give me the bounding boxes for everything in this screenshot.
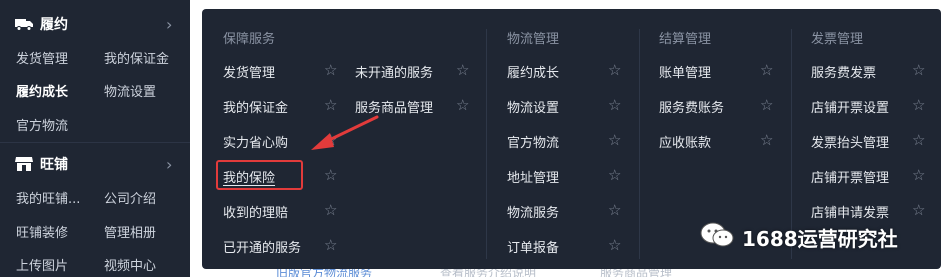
watermark-text: 1688运营研究社	[742, 226, 898, 251]
wechat-icon	[700, 221, 734, 253]
watermark: 1688运营研究社	[700, 221, 898, 253]
